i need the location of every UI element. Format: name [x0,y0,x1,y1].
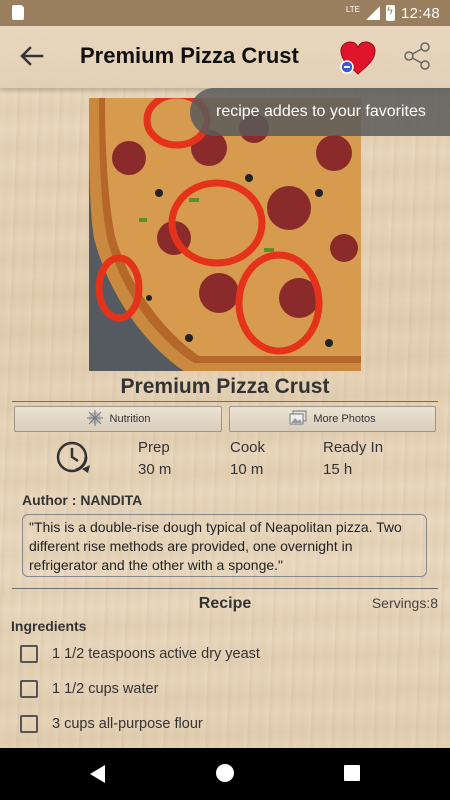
page-title: Premium Pizza Crust [80,43,299,68]
nav-recents-icon[interactable] [344,765,360,781]
sd-card-icon [12,5,24,20]
nav-back-icon[interactable] [90,765,105,783]
favorite-heart-icon[interactable] [338,40,378,76]
battery-icon [385,5,395,21]
author: Author : NANDITA [22,492,143,508]
ingredients-heading: Ingredients [11,618,87,634]
ingredient-item[interactable]: 3 cups all-purpose flour [20,714,203,734]
prep-time: Prep 30 m [138,439,171,478]
share-icon[interactable] [403,42,431,70]
ready-time: Ready In 15 h [323,439,383,478]
divider [12,401,438,402]
description-box: "This is a double-rise dough typical of … [22,514,427,577]
more-photos-label: More Photos [313,413,376,425]
ingredient-checkbox[interactable] [20,715,38,733]
ingredient-item[interactable]: 1 1/2 cups water [20,679,158,699]
recipe-title: Premium Pizza Crust [120,375,330,398]
ingredient-checkbox[interactable] [20,680,38,698]
divider [12,588,438,589]
favorite-toast: recipe addes to your favorites [190,88,450,136]
clock: 12:48 [400,4,440,22]
system-nav-bar [0,748,450,800]
ingredient-text: 1 1/2 teaspoons active dry yeast [52,646,260,662]
nutrition-icon [86,409,104,430]
cook-label: Cook [230,439,266,456]
ready-value: 15 h [323,461,353,478]
back-arrow-icon[interactable] [18,42,46,70]
prep-value: 30 m [138,461,172,478]
ingredient-text: 3 cups all-purpose flour [52,716,203,732]
status-bar: LTE 12:48 [0,0,450,26]
more-photos-button[interactable]: More Photos [229,406,436,432]
network-label: LTE [345,4,360,14]
cook-value: 10 m [230,461,264,478]
ingredient-text: 1 1/2 cups water [52,681,159,697]
clock-refresh-icon [54,438,94,476]
cook-time: Cook 10 m [230,439,265,478]
nutrition-button[interactable]: Nutrition [14,406,222,432]
signal-icon [365,6,380,20]
servings: Servings:8 [371,595,438,611]
ingredient-checkbox[interactable] [20,645,38,663]
ready-label: Ready In [323,439,384,456]
nutrition-label: Nutrition [109,413,151,425]
recipe-photo[interactable] [89,98,361,371]
prep-label: Prep [138,439,170,456]
nav-home-icon[interactable] [216,764,234,782]
photos-icon [289,410,307,429]
ingredient-item[interactable]: 1 1/2 teaspoons active dry yeast [20,644,260,664]
app-bar: Premium Pizza Crust [0,26,450,88]
